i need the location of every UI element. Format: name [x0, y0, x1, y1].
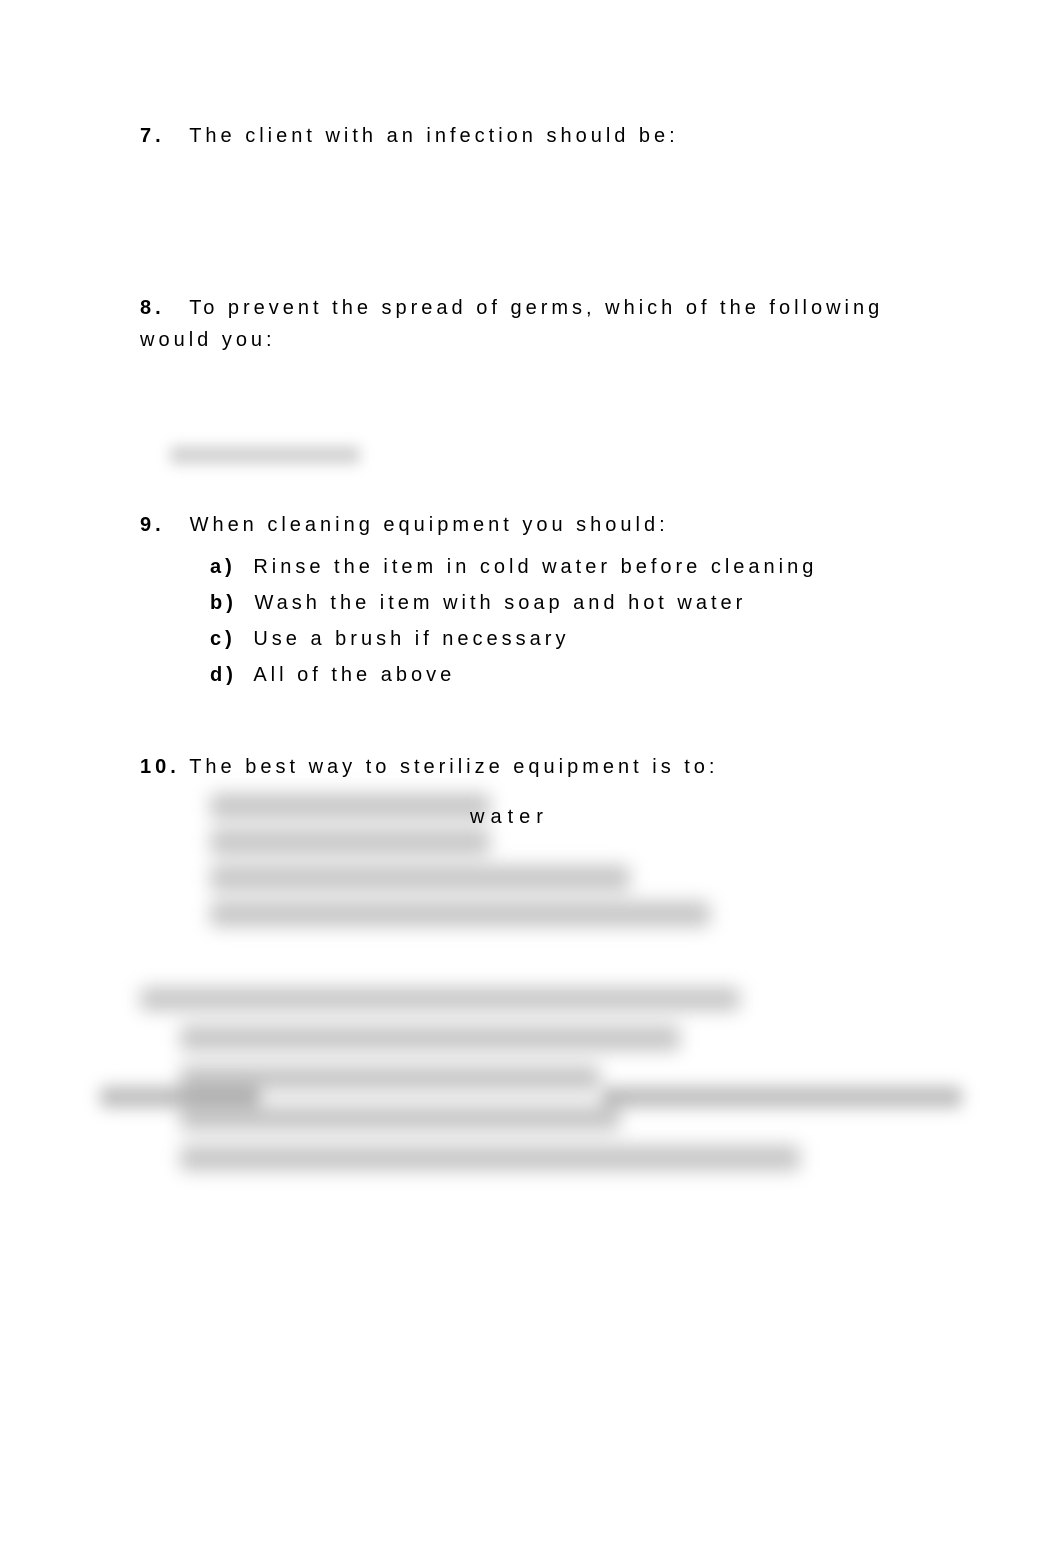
obscured-option	[210, 793, 490, 819]
question-8-text: To prevent the spread of germs, which of…	[140, 297, 883, 351]
question-10-text: The best way to sterilize equipment is t…	[189, 756, 718, 778]
question-9-option-b: b) Wash the item with soap and hot water	[210, 587, 920, 619]
option-letter: c)	[210, 628, 236, 650]
document-page: 7. The client with an infection should b…	[0, 0, 1062, 1556]
obscured-option	[210, 865, 630, 891]
option-text: Wash the item with soap and hot water	[254, 592, 746, 614]
obscured-option	[180, 1025, 680, 1051]
obscured-content	[170, 446, 360, 464]
obscured-option	[210, 901, 710, 927]
footer-right-obscured	[602, 1086, 962, 1108]
content-area: 7. The client with an infection should b…	[140, 120, 920, 1185]
footer-obscured	[100, 1086, 962, 1126]
question-9-number: 9.	[140, 509, 180, 541]
option-text: Use a brush if necessary	[253, 628, 569, 650]
question-9-text: When cleaning equipment you should:	[190, 514, 669, 536]
question-9-option-c: c) Use a brush if necessary	[210, 623, 920, 655]
question-9-options: a) Rinse the item in cold water before c…	[210, 551, 920, 691]
obscured-question-stem	[140, 987, 740, 1011]
question-9-option-a: a) Rinse the item in cold water before c…	[210, 551, 920, 583]
option-letter: d)	[210, 664, 237, 686]
obscured-option: water	[210, 829, 920, 855]
visible-word-water: water	[470, 801, 549, 833]
question-7: 7. The client with an infection should b…	[140, 120, 920, 152]
question-11-obscured	[140, 987, 920, 1171]
option-letter: b)	[210, 592, 237, 614]
question-9-option-d: d) All of the above	[210, 659, 920, 691]
option-letter: a)	[210, 556, 236, 578]
question-7-text: The client with an infection should be:	[189, 125, 679, 147]
question-10-number: 10.	[140, 751, 180, 783]
footer-left-obscured	[100, 1086, 260, 1108]
question-10: 10. The best way to sterilize equipment …	[140, 751, 920, 927]
obscured-content	[210, 829, 490, 855]
question-8-number: 8.	[140, 292, 180, 324]
question-7-number: 7.	[140, 120, 180, 152]
option-text: Rinse the item in cold water before clea…	[253, 556, 817, 578]
option-text: All of the above	[253, 664, 455, 686]
question-9: 9. When cleaning equipment you should: a…	[140, 509, 920, 691]
question-8: 8. To prevent the spread of germs, which…	[140, 292, 920, 356]
obscured-option	[180, 1145, 800, 1171]
question-10-options-obscured: water	[210, 793, 920, 927]
